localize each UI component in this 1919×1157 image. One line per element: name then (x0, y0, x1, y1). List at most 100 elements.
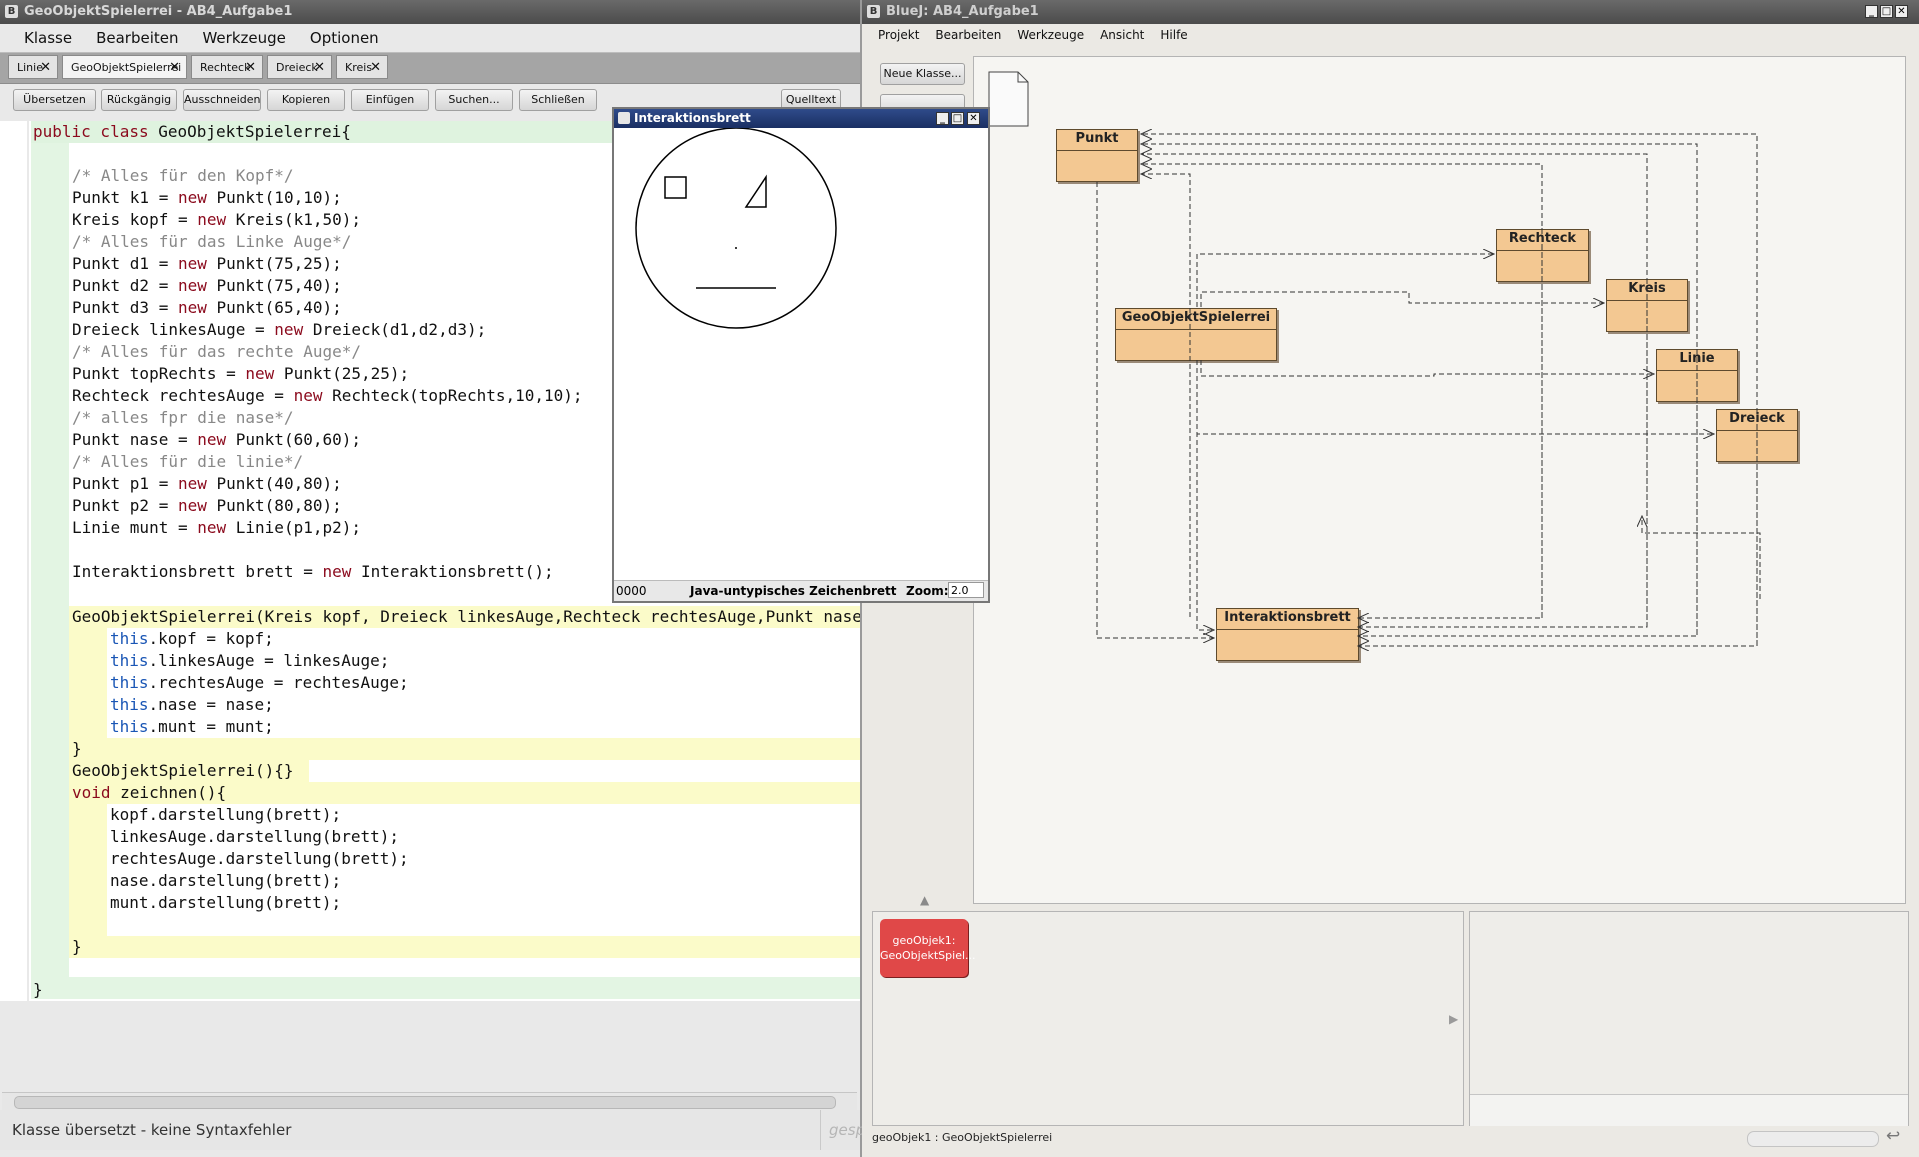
tab-label: Linie (17, 61, 43, 74)
menu-optionen[interactable]: Optionen (310, 29, 379, 47)
tab-dreieck[interactable]: Dreieck ✕ (267, 55, 332, 79)
scope-class-footer (31, 977, 860, 999)
zoom-label: Zoom: (906, 584, 949, 598)
menu-klasse[interactable]: Klasse (24, 29, 72, 47)
object-type: GeoObjektSpiel... (880, 949, 976, 962)
class-geoobjektspielerrei[interactable]: GeoObjektSpielerrei (1115, 308, 1277, 361)
close-icon[interactable]: ✕ (40, 56, 51, 80)
bluej-titlebar[interactable]: B BlueJ: AB4_Aufgabe1 _ □ ✕ (862, 0, 1919, 24)
code-line: Punkt nase = new Punkt(60,60); (72, 430, 361, 449)
menu-werkzeuge[interactable]: Werkzeuge (202, 29, 285, 47)
class-diagram[interactable]: Punkt Rechteck Kreis GeoObjektSpielerrei… (973, 56, 1906, 904)
drawing-board[interactable] (614, 128, 988, 583)
code-line: Rechteck rechtesAuge = new Rechteck(topR… (72, 386, 583, 405)
java-icon (618, 112, 630, 124)
class-name: Kreis (1607, 280, 1687, 301)
class-name: Interaktionsbrett (1217, 609, 1358, 630)
code-line: Punkt topRechts = new Punkt(25,25); (72, 364, 410, 383)
maximize-icon[interactable]: □ (1880, 5, 1893, 18)
code-line: public class GeoObjektSpielerrei{ (33, 122, 351, 141)
class-interaktionsbrett[interactable]: Interaktionsbrett (1216, 608, 1359, 661)
close-icon[interactable]: ✕ (245, 56, 256, 80)
scope-constructor-gutter (69, 628, 107, 738)
class-name: GeoObjektSpielerrei (1116, 309, 1276, 330)
scope-constructor-footer (69, 738, 860, 760)
code-line: GeoObjektSpielerrei(Kreis kopf, Dreieck … (72, 607, 860, 626)
code-line: /* Alles für die linie*/ (72, 452, 304, 471)
tab-label: Rechteck (200, 61, 251, 74)
close-icon[interactable]: ✕ (169, 56, 180, 80)
class-name: Dreieck (1717, 410, 1797, 431)
class-linie[interactable]: Linie (1656, 349, 1738, 402)
reset-vm-icon[interactable]: ↩ (1886, 1126, 1900, 1146)
class-rechteck[interactable]: Rechteck (1496, 229, 1589, 282)
paste-button[interactable]: Einfügen (351, 89, 429, 111)
minimize-icon[interactable]: _ (936, 112, 949, 125)
code-line: Punkt d2 = new Punkt(75,40); (72, 276, 342, 295)
editor-status-bar: Klasse übersetzt - keine Syntaxfehler ge… (0, 1110, 874, 1150)
terminal-area[interactable] (1469, 911, 1909, 1126)
copy-button[interactable]: Kopieren (267, 89, 345, 111)
maximize-icon[interactable]: □ (951, 112, 964, 125)
menu-ansicht[interactable]: Ansicht (1100, 28, 1144, 42)
code-line: munt.darstellung(brett); (110, 893, 342, 912)
code-line: this.rechtesAuge = rechtesAuge; (110, 673, 409, 692)
compile-button[interactable]: Übersetzen (13, 89, 96, 111)
cut-button[interactable]: Ausschneiden (183, 89, 261, 111)
zoom-input[interactable] (948, 582, 984, 598)
menu-bearbeiten[interactable]: Bearbeiten (935, 28, 1001, 42)
scrollbar-thumb[interactable] (14, 1096, 836, 1109)
code-line: this.kopf = kopf; (110, 629, 274, 648)
mouse-coordinates: 0000 (616, 584, 647, 598)
bluej-app-icon: B (867, 5, 880, 18)
right-eye-rectangle (664, 176, 687, 199)
tab-label: GeoObjektSpielerrei (71, 61, 182, 74)
find-button[interactable]: Suchen... (435, 89, 513, 111)
code-line: } (33, 980, 43, 999)
menu-bearbeiten[interactable]: Bearbeiten (96, 29, 178, 47)
horizontal-scrollbar[interactable] (2, 1092, 857, 1111)
tab-geoobjektspielerrei[interactable]: GeoObjektSpielerrei ✕ (62, 55, 187, 79)
code-line: nase.darstellung(brett); (110, 871, 342, 890)
document-icon (988, 71, 1029, 127)
interaktionsbrett-title: Interaktionsbrett (634, 111, 751, 125)
codepad-input[interactable] (1470, 1094, 1908, 1126)
class-dreieck[interactable]: Dreieck (1716, 409, 1798, 462)
tab-kreis[interactable]: Kreis ✕ (336, 55, 388, 79)
interaktionsbrett-titlebar[interactable]: Interaktionsbrett _ □ ✕ (614, 109, 988, 128)
code-line: Punkt p1 = new Punkt(40,80); (72, 474, 342, 493)
object-bench[interactable]: geoObjek1: GeoObjektSpiel... ▶ (872, 911, 1464, 1126)
class-kreis[interactable]: Kreis (1606, 279, 1688, 332)
triangle-up-icon[interactable]: ▲ (920, 893, 929, 907)
editor-menubar: Klasse Bearbeiten Werkzeuge Optionen (0, 24, 860, 52)
undo-button[interactable]: Rückgängig (101, 89, 177, 111)
close-button[interactable]: Schließen (519, 89, 597, 111)
bluej-menubar: Projekt Bearbeiten Werkzeuge Ansicht Hilfe (862, 24, 1919, 46)
menu-hilfe[interactable]: Hilfe (1160, 28, 1187, 42)
close-icon[interactable]: ✕ (370, 56, 381, 80)
menu-werkzeuge[interactable]: Werkzeuge (1017, 28, 1084, 42)
head-circle (635, 128, 837, 329)
close-icon[interactable]: ✕ (314, 56, 325, 80)
left-eye-triangle (744, 174, 767, 208)
code-line: } (72, 739, 82, 758)
minimize-icon[interactable]: _ (1865, 5, 1878, 18)
new-class-button[interactable]: Neue Klasse... (880, 63, 965, 85)
code-line: Dreieck linkesAuge = new Dreieck(d1,d2,d… (72, 320, 487, 339)
tab-rechteck[interactable]: Rechteck ✕ (191, 55, 263, 79)
tab-linie[interactable]: Linie ✕ (8, 55, 58, 79)
interaktionsbrett-footer: 0000 Java-untypisches Zeichenbrett Zoom: (614, 580, 988, 601)
close-icon[interactable]: ✕ (967, 112, 980, 125)
class-punkt[interactable]: Punkt (1056, 129, 1138, 182)
menu-projekt[interactable]: Projekt (878, 28, 919, 42)
editor-titlebar[interactable]: B GeoObjektSpielerrei - AB4_Aufgabe1 (0, 0, 860, 24)
code-line: Linie munt = new Linie(p1,p2); (72, 518, 361, 537)
code-line: /* Alles für den Kopf*/ (72, 166, 294, 185)
dependency-arrow (1642, 516, 1761, 599)
triangle-right-icon[interactable]: ▶ (1449, 1012, 1458, 1026)
object-instance[interactable]: geoObjek1: GeoObjektSpiel... (880, 919, 976, 977)
scope-class-gutter (31, 143, 69, 985)
close-icon[interactable]: ✕ (1895, 5, 1908, 18)
scope-method-gutter (69, 804, 107, 936)
status-message: Klasse übersetzt - keine Syntaxfehler (12, 1121, 292, 1139)
